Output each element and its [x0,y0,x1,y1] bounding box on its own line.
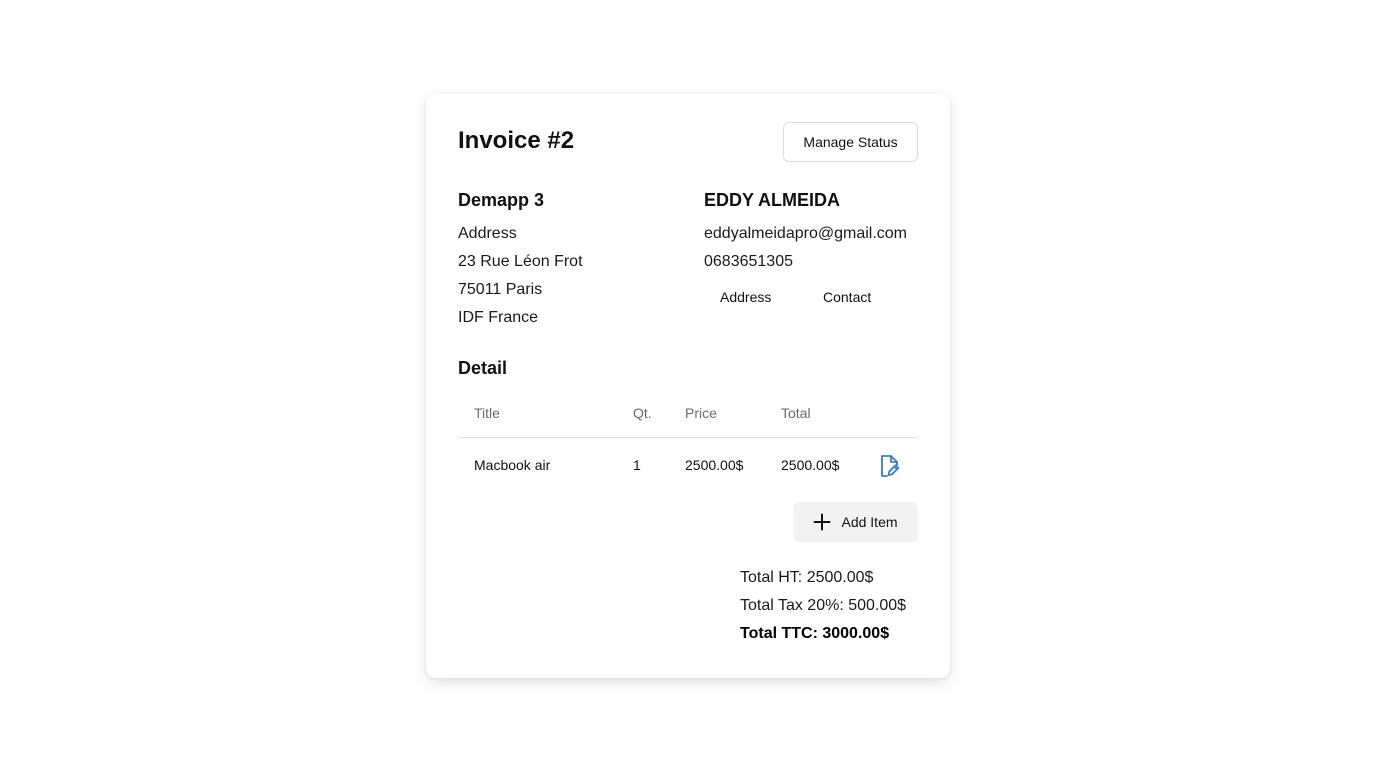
page-title: Invoice #2 [458,127,575,154]
plus-icon [813,513,831,531]
client-tab-contact[interactable]: Contact [823,289,871,305]
client-email: eddyalmeidapro@gmail.com [704,225,907,242]
item-title: Macbook air [474,457,551,473]
total-ht: Total HT: 2500.00$ [740,569,874,586]
company-region: IDF France [458,309,539,326]
client-tab-address[interactable]: Address [720,289,771,305]
total-tax: Total Tax 20%: 500.00$ [740,597,907,614]
company-address-label: Address [458,225,517,242]
column-header-qty: Qt. [633,405,652,421]
item-total: 2500.00$ [781,457,840,473]
manage-status-button[interactable]: Manage Status [783,122,918,162]
invoice-card: Invoice #2 Manage Status Demapp 3 Addres… [426,94,950,678]
total-ttc: Total TTC: 3000.00$ [740,625,890,642]
table-divider [458,437,918,438]
add-item-button[interactable]: Add Item [793,502,918,542]
column-header-total: Total [781,405,811,421]
detail-section-title: Detail [458,358,508,378]
company-street: 23 Rue Léon Frot [458,253,583,270]
company-city: 75011 Paris [458,281,543,298]
file-edit-icon[interactable] [879,454,901,478]
column-header-price: Price [685,405,717,421]
item-qty: 1 [633,457,641,473]
item-price: 2500.00$ [685,457,744,473]
column-header-title: Title [474,405,500,421]
company-name: Demapp 3 [458,190,545,210]
client-name: EDDY ALMEIDA [704,190,841,210]
client-phone: 0683651305 [704,253,793,270]
add-item-label: Add Item [841,514,898,530]
